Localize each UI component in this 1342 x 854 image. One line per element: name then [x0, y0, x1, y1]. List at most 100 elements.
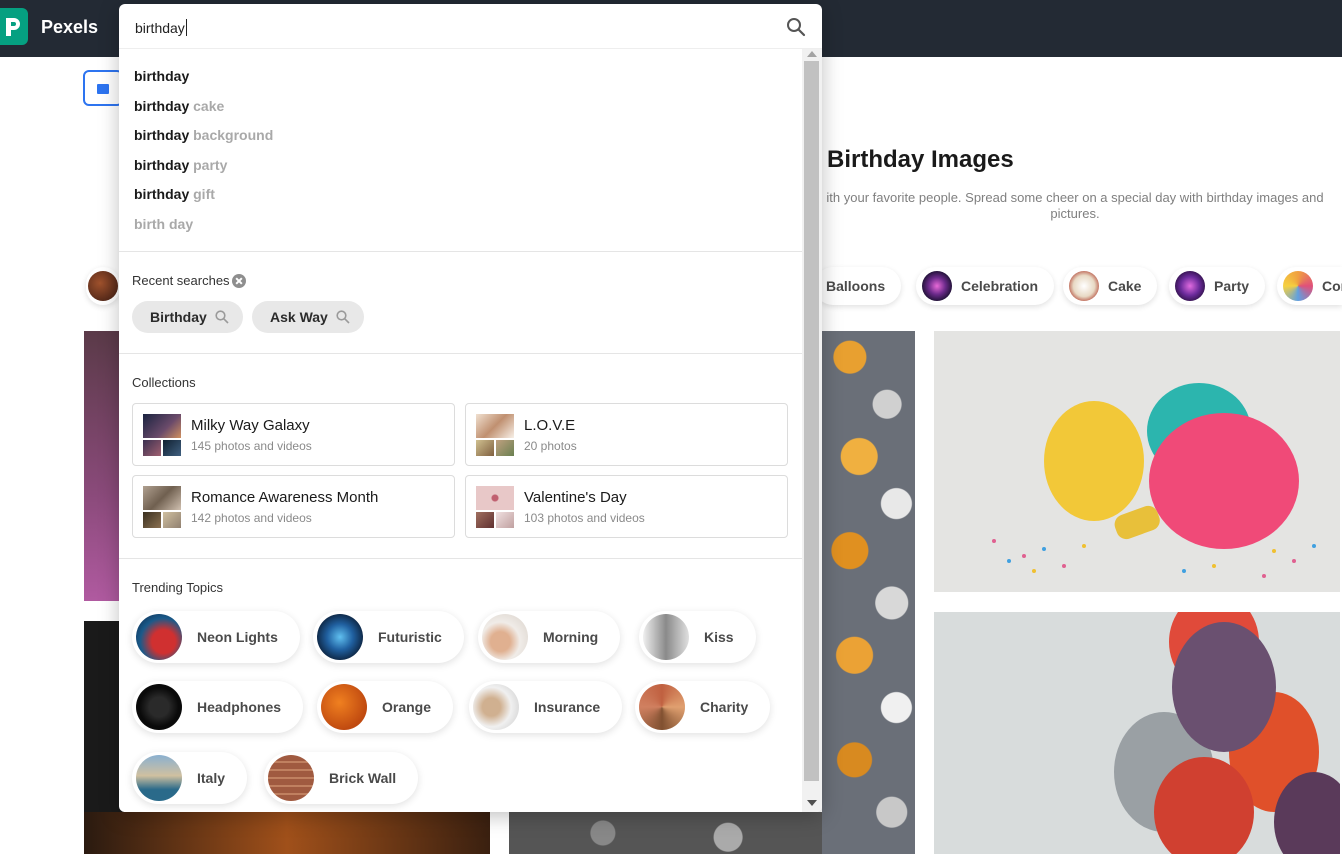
collection-card[interactable]: Milky Way Galaxy 145 photos and videos: [132, 403, 455, 466]
suggestion-item[interactable]: birthday cake: [134, 98, 224, 114]
topic-thumb: [482, 614, 528, 660]
collection-subtitle: 145 photos and videos: [191, 439, 312, 453]
suggestion-item[interactable]: birth day: [134, 216, 193, 232]
topic-thumb: [317, 614, 363, 660]
topic-thumb: [136, 755, 182, 801]
balloons-photo-2: [1114, 612, 1340, 854]
suggestion-item[interactable]: birthday background: [134, 127, 273, 143]
topic-morning[interactable]: Morning: [478, 611, 621, 663]
topic-label: Headphones: [197, 699, 282, 715]
photo-tile[interactable]: [84, 812, 490, 854]
chip-label: Party: [1214, 278, 1250, 294]
topic-thumb: [136, 684, 182, 730]
topic-kiss[interactable]: Kiss: [639, 611, 756, 663]
topic-label: Insurance: [534, 699, 601, 715]
chip-label: Cor: [1322, 278, 1342, 294]
scroll-up-icon[interactable]: [807, 51, 817, 57]
related-chip[interactable]: [86, 267, 120, 305]
collection-card[interactable]: Romance Awareness Month 142 photos and v…: [132, 475, 455, 538]
collection-thumbnail: [476, 486, 514, 528]
chip-party[interactable]: Party: [1169, 267, 1266, 305]
recent-search-label: Ask Way: [270, 309, 328, 325]
chip-label: Cake: [1108, 278, 1142, 294]
chip-thumb: [88, 271, 118, 301]
collection-thumbnail: [476, 414, 514, 456]
chip-confetti[interactable]: Cor: [1277, 267, 1342, 305]
topic-charity[interactable]: Charity: [635, 681, 771, 733]
topic-orange[interactable]: Orange: [317, 681, 454, 733]
photos-tab[interactable]: [83, 70, 123, 106]
suggestion-item[interactable]: birthday: [134, 68, 189, 84]
photo-tile[interactable]: [509, 812, 822, 854]
pexels-logo-icon[interactable]: [0, 8, 28, 45]
suggestion-item[interactable]: birthday gift: [134, 186, 215, 202]
topic-label: Brick Wall: [329, 770, 397, 786]
search-input-value[interactable]: birthday: [135, 19, 187, 36]
page-title: Birthday Images: [827, 146, 1014, 173]
collection-thumbnail: [143, 486, 181, 528]
photo-tile[interactable]: [934, 612, 1340, 854]
collection-subtitle: 142 photos and videos: [191, 511, 312, 525]
collection-subtitle: 20 photos: [524, 439, 577, 453]
topic-label: Orange: [382, 699, 432, 715]
suggestion-item[interactable]: birthday party: [134, 157, 227, 173]
search-dropdown: birthday birthday birthday cake birthday…: [119, 4, 822, 812]
divider: [119, 353, 802, 354]
chip-thumb: [1175, 271, 1205, 301]
photo-tile[interactable]: [822, 331, 915, 854]
topic-thumb: [136, 614, 182, 660]
search-icon: [336, 310, 350, 324]
search-input[interactable]: birthday: [119, 4, 822, 49]
divider: [119, 558, 802, 559]
topic-brick-wall[interactable]: Brick Wall: [264, 752, 419, 804]
collection-card[interactable]: Valentine's Day 103 photos and videos: [465, 475, 788, 538]
topic-label: Futuristic: [378, 629, 442, 645]
brand-name[interactable]: Pexels: [41, 17, 98, 38]
topic-label: Charity: [700, 699, 749, 715]
collections-label: Collections: [132, 375, 196, 390]
search-icon: [215, 310, 229, 324]
chip-cake[interactable]: Cake: [1063, 267, 1158, 305]
topic-thumb: [268, 755, 314, 801]
divider: [119, 251, 802, 252]
topic-insurance[interactable]: Insurance: [469, 681, 623, 733]
topic-futuristic[interactable]: Futuristic: [313, 611, 464, 663]
chip-thumb: [922, 271, 952, 301]
topic-label: Kiss: [704, 629, 734, 645]
collection-title: Romance Awareness Month: [191, 489, 379, 506]
recent-search-chip[interactable]: Ask Way: [252, 301, 364, 333]
photo-tile[interactable]: [84, 331, 124, 601]
topic-headphones[interactable]: Headphones: [132, 681, 304, 733]
trending-topics-label: Trending Topics: [132, 580, 224, 595]
topic-thumb: [643, 614, 689, 660]
topic-thumb: [473, 684, 519, 730]
collection-thumbnail: [143, 414, 181, 456]
recent-search-label: Birthday: [150, 309, 207, 325]
topic-neon-lights[interactable]: Neon Lights: [132, 611, 300, 663]
collection-card[interactable]: L.O.V.E 20 photos: [465, 403, 788, 466]
clear-recent-icon[interactable]: [232, 274, 246, 288]
recent-searches-label: Recent searches: [132, 273, 230, 288]
chip-thumb: [1069, 271, 1099, 301]
chip-thumb: [1283, 271, 1313, 301]
search-icon[interactable]: [786, 17, 806, 37]
dropdown-scrollbar[interactable]: [802, 49, 822, 812]
photo-tile[interactable]: [934, 331, 1340, 592]
page-description: ith your favorite people. Spread some ch…: [826, 190, 1324, 221]
collection-title: Milky Way Galaxy: [191, 417, 310, 434]
collection-subtitle: 103 photos and videos: [524, 511, 645, 525]
chip-celebration[interactable]: Celebration: [916, 267, 1055, 305]
collection-title: L.O.V.E: [524, 417, 576, 434]
scrollbar-thumb[interactable]: [804, 61, 819, 781]
topic-italy[interactable]: Italy: [132, 752, 248, 804]
recent-search-chip[interactable]: Birthday: [132, 301, 243, 333]
topic-label: Neon Lights: [197, 629, 278, 645]
topic-thumb: [639, 684, 685, 730]
topic-label: Morning: [543, 629, 599, 645]
topic-thumb: [321, 684, 367, 730]
collection-title: Valentine's Day: [524, 489, 627, 506]
chip-label: Balloons: [826, 278, 886, 294]
scroll-down-icon[interactable]: [807, 800, 817, 806]
topic-label: Italy: [197, 770, 226, 786]
chip-balloons[interactable]: Balloons: [814, 267, 902, 305]
